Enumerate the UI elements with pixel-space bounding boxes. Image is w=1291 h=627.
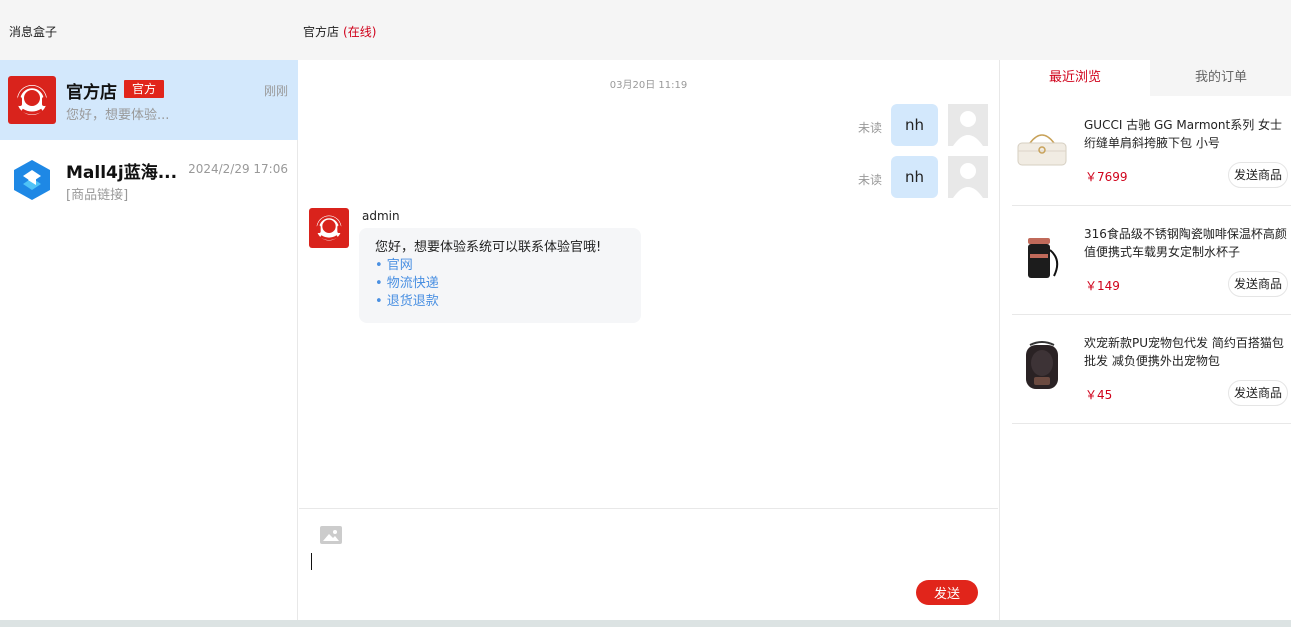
product-title[interactable]: 316食品级不锈钢陶瓷咖啡保温杯高颜值便携式车载男女定制水杯子	[1084, 225, 1289, 261]
product-item: 欢宠新款PU宠物包代发 简约百搭猫包批发 减负便携外出宠物包 ￥45 发送商品	[1012, 315, 1291, 424]
read-status: 未读	[857, 173, 882, 187]
conversation-item-mall4j[interactable]: Mall4j蓝海... 2024/2/29 17:06 [商品链接]	[0, 140, 298, 220]
image-upload-icon[interactable]	[320, 526, 342, 544]
product-image-handbag	[1012, 117, 1072, 177]
conversation-name: 官方店	[66, 83, 117, 103]
message-datestamp: 03月20日 11:19	[609, 80, 688, 91]
panel-tabs: 最近浏览 我的订单	[1000, 60, 1291, 96]
support-agent-icon	[309, 208, 349, 248]
bottom-scrollbar[interactable]	[0, 620, 1291, 627]
product-price: ￥45	[1085, 388, 1113, 402]
admin-avatar	[309, 208, 349, 248]
online-status: (在线)	[343, 25, 377, 39]
tab-recent-browsing[interactable]: 最近浏览	[1000, 60, 1150, 96]
message-bubble: nh	[891, 104, 938, 146]
send-product-button[interactable]: 发送商品	[1227, 271, 1288, 297]
message-text: 您好，想要体验系统可以联系体验官哦!	[375, 240, 602, 255]
send-product-button[interactable]: 发送商品	[1227, 380, 1288, 406]
chat-shop-name: 官方店	[303, 25, 340, 39]
product-title[interactable]: 欢宠新款PU宠物包代发 简约百搭猫包批发 减负便携外出宠物包	[1084, 334, 1289, 370]
user-avatar	[948, 104, 988, 146]
top-bar: 消息盒子 官方店 (在线)	[0, 0, 1291, 60]
product-item: GUCCI 古驰 GG Marmont系列 女士绗缝单肩斜挎腋下包 小号 ￥76…	[1012, 97, 1291, 206]
send-product-button[interactable]: 发送商品	[1227, 162, 1288, 188]
conversation-item-official-store[interactable]: 官方店 官方 刚刚 您好，想要体验...	[0, 60, 298, 140]
link-official-site[interactable]: • 官网	[375, 257, 625, 275]
conversation-time: 2024/2/29 17:06	[188, 162, 288, 176]
message-composer: 发送	[299, 508, 998, 620]
mall4j-logo-icon	[8, 156, 56, 204]
message-bubble: nh	[891, 156, 938, 198]
conversation-list: 官方店 官方 刚刚 您好，想要体验... Mall4j蓝海... 2024/2/…	[0, 60, 298, 620]
inbox-title: 消息盒子	[9, 25, 58, 39]
user-avatar	[948, 156, 988, 198]
sent-message: 未读 nh	[828, 104, 988, 146]
product-title[interactable]: GUCCI 古驰 GG Marmont系列 女士绗缝单肩斜挎腋下包 小号	[1084, 116, 1289, 152]
message-bubble: 您好，想要体验系统可以联系体验官哦! • 官网 • 物流快递 • 退货退款	[359, 228, 641, 323]
product-price: ￥149	[1085, 279, 1120, 293]
shop-avatar	[8, 76, 56, 124]
conversation-name: Mall4j蓝海...	[66, 163, 178, 183]
sent-message: 未读 nh	[828, 156, 988, 198]
send-button[interactable]: 发送	[916, 580, 978, 605]
product-image-tumbler	[1012, 226, 1072, 286]
official-badge: 官方	[124, 80, 165, 98]
link-returns-refunds[interactable]: • 退货退款	[375, 293, 625, 311]
conversation-time: 刚刚	[263, 84, 288, 98]
product-item: 316食品级不锈钢陶瓷咖啡保温杯高颜值便携式车载男女定制水杯子 ￥149 发送商…	[1012, 206, 1291, 315]
support-agent-icon	[8, 76, 56, 124]
chat-header-title: 官方店 (在线)	[303, 23, 376, 40]
tab-my-orders[interactable]: 我的订单	[1150, 60, 1291, 96]
right-panel: 最近浏览 我的订单 GUCCI 古驰 GG Marmont系列 女士绗缝单肩斜挎…	[999, 60, 1291, 620]
shop-avatar	[8, 156, 56, 204]
conversation-preview: 您好，想要体验...	[66, 108, 170, 123]
chat-messages: 03月20日 11:19 未读 nh 未读 nh admin 您好，想要体验系统…	[299, 60, 998, 508]
link-logistics[interactable]: • 物流快递	[375, 275, 625, 293]
product-price: ￥7699	[1085, 170, 1128, 184]
default-user-icon	[948, 104, 988, 146]
text-input-caret[interactable]	[311, 553, 312, 570]
product-image-pet-backpack	[1012, 335, 1072, 395]
default-user-icon	[948, 156, 988, 198]
sender-name: admin	[362, 209, 400, 223]
read-status: 未读	[857, 121, 882, 135]
conversation-preview: [商品链接]	[66, 188, 129, 203]
